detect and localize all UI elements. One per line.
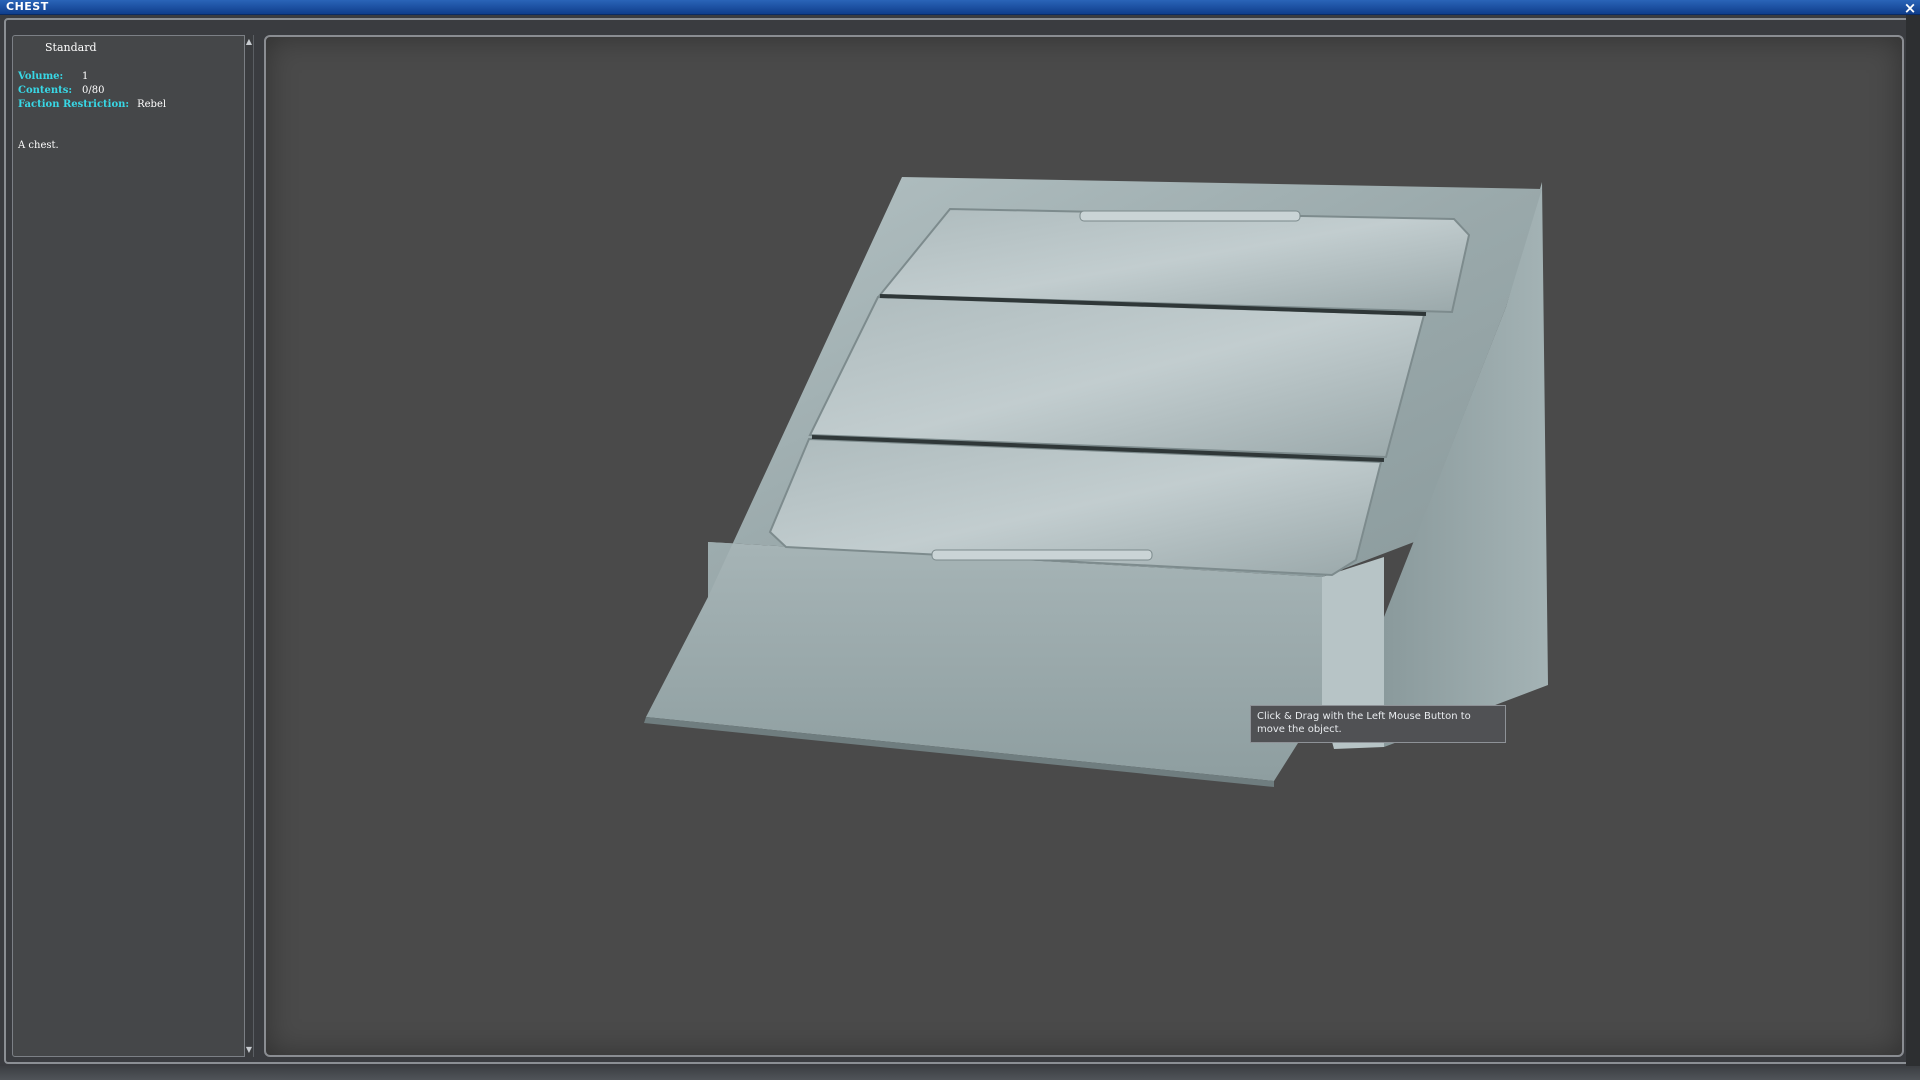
item-description: A chest. (18, 140, 59, 151)
scroll-down-arrow-icon[interactable]: ▼ (245, 1045, 253, 1055)
stat-label-volume: Volume: (18, 71, 64, 82)
item-stats: Volume: 1 Contents: 0/80 Faction Restric… (18, 70, 166, 112)
stat-value-volume: 1 (82, 71, 89, 82)
move-hint-tooltip: Click & Drag with the Left Mouse Button … (1250, 705, 1506, 743)
chest-panel-2 (808, 295, 1426, 459)
stat-label-contents: Contents: (18, 85, 73, 96)
stat-contents: Contents: 0/80 (18, 84, 166, 98)
panel-heading: Standard (45, 41, 97, 54)
chest-model (644, 177, 1548, 787)
window-titlebar[interactable]: CHEST × (0, 0, 1920, 16)
stat-value-contents: 0/80 (82, 85, 105, 96)
chest-panel-1 (877, 207, 1471, 314)
panel-scrollbar[interactable]: ▲ ▼ (244, 35, 254, 1057)
item-info-panel: Standard Volume: 1 Contents: 0/80 Factio… (12, 35, 248, 1057)
chest-front-face (646, 542, 1322, 781)
right-edge-strip (1906, 15, 1920, 1066)
scroll-up-arrow-icon[interactable]: ▲ (245, 37, 253, 47)
chest-handle-bottom (931, 549, 1153, 561)
object-viewer[interactable]: Click & Drag with the Left Mouse Button … (264, 35, 1904, 1057)
chest-handle-top (1079, 210, 1301, 222)
stat-faction: Faction Restriction: Rebel (18, 98, 166, 112)
stat-label-faction: Faction Restriction: (18, 99, 130, 110)
bottom-status-strip (0, 1066, 1920, 1080)
stat-value-faction: Rebel (137, 99, 167, 110)
window-title: CHEST (6, 0, 49, 13)
stat-volume: Volume: 1 (18, 70, 166, 84)
